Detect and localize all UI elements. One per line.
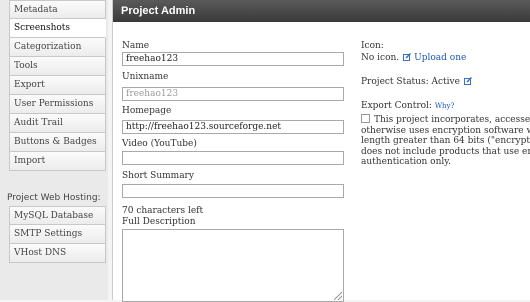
sidebar-item-screenshots[interactable]: Screenshots xyxy=(9,19,106,38)
sidebar: Metadata Screenshots Categorization Tool… xyxy=(0,0,108,300)
sidebar-item-mysql-database[interactable]: MySQL Database xyxy=(9,206,106,225)
sidebar-item-import[interactable]: Import xyxy=(9,152,106,171)
hosting-nav: MySQL Database SMTP Settings VHost DNS xyxy=(9,206,106,263)
sidebar-item-smtp-settings[interactable]: SMTP Settings xyxy=(9,225,106,244)
export-line: does not include products that use encry xyxy=(361,146,530,157)
project-status: Project Status: Active xyxy=(361,77,460,87)
sidebar-item-metadata[interactable]: Metadata xyxy=(9,0,106,19)
sidebar-item-audit-trail[interactable]: Audit Trail xyxy=(9,114,106,133)
export-label: Export Control: xyxy=(361,101,432,111)
sidebar-item-tools[interactable]: Tools xyxy=(9,57,106,76)
homepage-field[interactable] xyxy=(122,120,344,134)
video-label: Video (YouTube) xyxy=(122,139,197,149)
description-textarea[interactable] xyxy=(122,229,344,302)
main-panel: Project Admin Name Unixname Homepage Vid… xyxy=(112,0,530,302)
icon-label: Icon: xyxy=(361,41,384,51)
export-row: Export Control: Why? xyxy=(361,101,530,111)
status-edit-icon[interactable] xyxy=(463,77,472,85)
homepage-label: Homepage xyxy=(122,106,172,116)
edit-icon[interactable] xyxy=(403,53,412,61)
description-label: Full Description xyxy=(122,217,196,227)
status-row: Project Status: Active xyxy=(361,77,530,87)
why-link[interactable]: Why? xyxy=(435,102,454,110)
chars-left-counter: 70 characters left xyxy=(122,206,204,216)
export-line: length greater than 64 bits ("encryption xyxy=(361,136,530,146)
name-label: Name xyxy=(122,41,150,51)
sidebar-item-buttons-badges[interactable]: Buttons & Badges xyxy=(9,133,106,152)
resize-grip-icon[interactable] xyxy=(334,292,342,300)
sidebar-item-user-permissions[interactable]: User Permissions xyxy=(9,95,106,114)
admin-nav: Metadata Screenshots Categorization Tool… xyxy=(9,0,106,171)
name-field[interactable] xyxy=(122,52,344,66)
unixname-field xyxy=(122,87,344,101)
page-title: Project Admin xyxy=(113,0,530,22)
export-line: authentication only. xyxy=(361,157,452,167)
sidebar-item-categorization[interactable]: Categorization xyxy=(9,38,106,57)
export-line: otherwise uses encryption software with xyxy=(361,125,530,136)
export-line: This project incorporates, accesses, xyxy=(361,114,530,126)
summary-label: Short Summary xyxy=(122,171,194,181)
icon-status: No icon. xyxy=(361,53,400,63)
export-control-text: This project incorporates, accesses, oth… xyxy=(361,114,530,168)
summary-field[interactable] xyxy=(122,184,344,198)
hosting-heading: Project Web Hosting: xyxy=(7,193,101,203)
upload-link[interactable]: Upload one xyxy=(414,53,466,63)
icon-row: No icon. Upload one xyxy=(361,53,530,63)
encryption-checkbox[interactable] xyxy=(361,114,370,123)
unixname-label: Unixname xyxy=(122,72,169,82)
video-field[interactable] xyxy=(122,151,344,165)
sidebar-item-export[interactable]: Export xyxy=(9,76,106,95)
sidebar-item-vhost-dns[interactable]: VHost DNS xyxy=(9,244,106,263)
